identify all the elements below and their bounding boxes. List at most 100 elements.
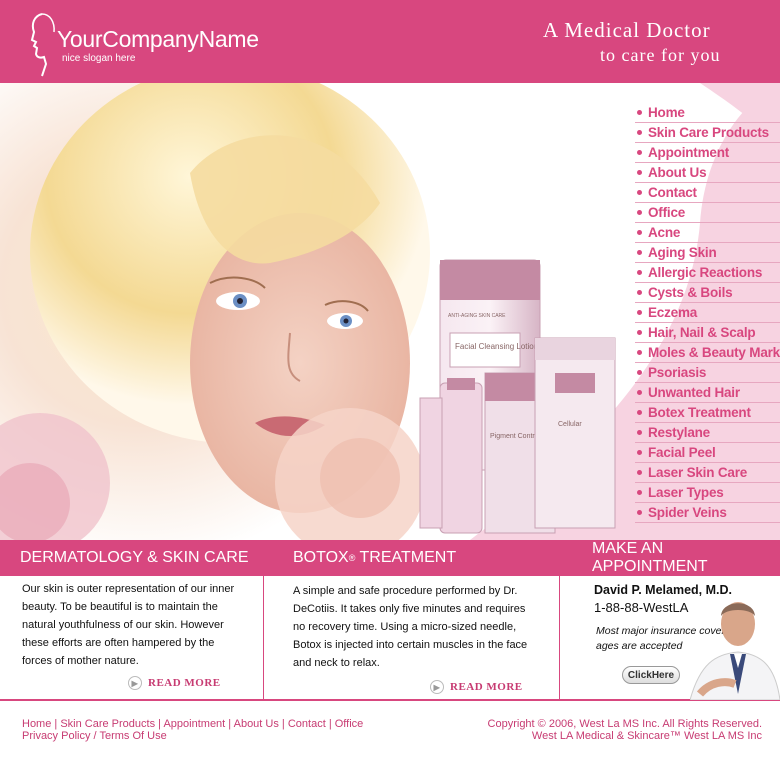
nav-item-skin-care-products[interactable]: Skin Care Products bbox=[635, 123, 780, 143]
face-profile-logo-icon bbox=[30, 13, 55, 77]
nav-link[interactable]: Home bbox=[648, 105, 685, 120]
nav-link[interactable]: Psoriasis bbox=[648, 365, 706, 380]
footer-link[interactable]: Appointment bbox=[163, 718, 225, 730]
nav-item-cysts-boils[interactable]: Cysts & Boils bbox=[635, 283, 780, 303]
bullet-icon bbox=[637, 210, 642, 215]
trademark-text: West LA Medical & Skincare™ West LA MS I… bbox=[531, 730, 762, 742]
bullet-icon bbox=[637, 470, 642, 475]
bullet-icon bbox=[637, 270, 642, 275]
product-bottle bbox=[439, 378, 483, 534]
bullet-icon bbox=[637, 250, 642, 255]
nav-link[interactable]: Aging Skin bbox=[648, 245, 717, 260]
nav-link[interactable]: Cysts & Boils bbox=[648, 285, 733, 300]
footer-link[interactable]: Office bbox=[335, 718, 364, 730]
botox-heading-main: BOTOX bbox=[293, 549, 349, 566]
nav-item-restylane[interactable]: Restylane bbox=[635, 423, 780, 443]
nav-link[interactable]: Restylane bbox=[648, 425, 710, 440]
bullet-icon bbox=[637, 130, 642, 135]
nav-item-acne[interactable]: Acne bbox=[635, 223, 780, 243]
nav-item-facial-peel[interactable]: Facial Peel bbox=[635, 443, 780, 463]
nav-link[interactable]: Laser Types bbox=[648, 485, 724, 500]
botox-text: A simple and safe procedure performed by… bbox=[293, 585, 528, 669]
nav-link[interactable]: Acne bbox=[648, 225, 680, 240]
nav-link[interactable]: Skin Care Products bbox=[648, 125, 769, 140]
arrow-right-icon: ▶ bbox=[430, 680, 444, 694]
dermatology-heading: DERMATOLOGY & SKIN CARE bbox=[0, 540, 263, 576]
nav-item-laser-types[interactable]: Laser Types bbox=[635, 483, 780, 503]
product-label-pigment: Pigment Control bbox=[490, 433, 541, 440]
bullet-icon bbox=[637, 170, 642, 175]
bullet-icon bbox=[637, 410, 642, 415]
bullet-icon bbox=[637, 150, 642, 155]
bullet-icon bbox=[637, 450, 642, 455]
nav-link[interactable]: Allergic Reactions bbox=[648, 265, 762, 280]
nav-item-psoriasis[interactable]: Psoriasis bbox=[635, 363, 780, 383]
tagline-line2: to care for you bbox=[600, 45, 721, 65]
nav-link[interactable]: Office bbox=[648, 205, 685, 220]
nav-link[interactable]: Appointment bbox=[648, 145, 729, 160]
footer-link[interactable]: Contact bbox=[288, 718, 326, 730]
botox-heading-reg: ® bbox=[348, 553, 356, 563]
footer-links: Home | Skin Care Products | Appointment … bbox=[22, 718, 364, 742]
nav-item-appointment[interactable]: Appointment bbox=[635, 143, 780, 163]
footer-link[interactable]: Privacy Policy bbox=[22, 730, 90, 742]
company-slogan: nice slogan here bbox=[62, 53, 136, 64]
nav-item-laser-skin-care[interactable]: Laser Skin Care bbox=[635, 463, 780, 483]
footer-copyright: Copyright © 2006, West La MS Inc. All Ri… bbox=[488, 718, 762, 742]
footer-link[interactable]: Skin Care Products bbox=[60, 718, 155, 730]
read-more-label: READ MORE bbox=[450, 681, 523, 693]
footer-link[interactable]: About Us bbox=[234, 718, 279, 730]
botox-heading-rest: TREATMENT bbox=[355, 549, 457, 566]
nav-item-hair-nail-scalp[interactable]: Hair, Nail & Scalp bbox=[635, 323, 780, 343]
read-more-label: READ MORE bbox=[148, 677, 221, 689]
nav-link[interactable]: Botex Treatment bbox=[648, 405, 751, 420]
product-label-lotion: Facial Cleansing Lotion bbox=[455, 342, 538, 351]
nav-item-aging-skin[interactable]: Aging Skin bbox=[635, 243, 780, 263]
nav-item-allergic-reactions[interactable]: Allergic Reactions bbox=[635, 263, 780, 283]
product-jar: Cellular bbox=[534, 337, 616, 529]
nav-link[interactable]: About Us bbox=[648, 165, 707, 180]
bullet-icon bbox=[637, 350, 642, 355]
nav-link[interactable]: Spider Veins bbox=[648, 505, 727, 520]
botox-read-more-link[interactable]: ▶ READ MORE bbox=[430, 680, 523, 694]
nav-item-spider-veins[interactable]: Spider Veins bbox=[635, 503, 780, 523]
header: YourCompanyName nice slogan here A Medic… bbox=[0, 0, 780, 83]
main-nav: Home Skin Care Products Appointment About U… bbox=[635, 103, 780, 523]
nav-link[interactable]: Contact bbox=[648, 185, 697, 200]
dermatology-text: Our skin is outer representation of our … bbox=[22, 583, 235, 667]
footer-link[interactable]: Home bbox=[22, 718, 51, 730]
copyright-text: Copyright © 2006, West La MS Inc. All Ri… bbox=[487, 718, 762, 730]
doctor-photo bbox=[690, 602, 780, 700]
nav-item-about-us[interactable]: About Us bbox=[635, 163, 780, 183]
nav-item-moles-beauty-marks[interactable]: Moles & Beauty Marks bbox=[635, 343, 780, 363]
footer-link[interactable]: Terms Of Use bbox=[99, 730, 166, 742]
bullet-icon bbox=[637, 230, 642, 235]
nav-item-office[interactable]: Office bbox=[635, 203, 780, 223]
tagline-line1: A Medical Doctor bbox=[543, 18, 711, 42]
nav-link[interactable]: Eczema bbox=[648, 305, 697, 320]
product-label-antiaging: ANTI-AGING SKIN CARE bbox=[448, 313, 506, 319]
nav-link[interactable]: Moles & Beauty Marks bbox=[648, 345, 780, 360]
doctor-phone: 1-88-88-WestLA bbox=[594, 600, 689, 615]
click-here-button[interactable]: ClickHere bbox=[622, 666, 680, 684]
nav-item-contact[interactable]: Contact bbox=[635, 183, 780, 203]
bullet-icon bbox=[637, 110, 642, 115]
bullet-icon bbox=[637, 290, 642, 295]
nav-item-home[interactable]: Home bbox=[635, 103, 780, 123]
bullet-icon bbox=[637, 390, 642, 395]
botox-heading: BOTOX ® TREATMENT bbox=[264, 540, 559, 576]
dermatology-read-more-link[interactable]: ▶ READ MORE bbox=[128, 676, 221, 690]
nav-link[interactable]: Laser Skin Care bbox=[648, 465, 747, 480]
nav-item-botex-treatment[interactable]: Botex Treatment bbox=[635, 403, 780, 423]
nav-item-eczema[interactable]: Eczema bbox=[635, 303, 780, 323]
bullet-icon bbox=[637, 490, 642, 495]
arrow-right-icon: ▶ bbox=[128, 676, 142, 690]
bullet-icon bbox=[637, 370, 642, 375]
product-label-cellular: Cellular bbox=[558, 421, 582, 428]
nav-link[interactable]: Unwanted Hair bbox=[648, 385, 740, 400]
nav-item-unwanted-hair[interactable]: Unwanted Hair bbox=[635, 383, 780, 403]
company-name[interactable]: YourCompanyName bbox=[57, 26, 259, 53]
nav-link[interactable]: Hair, Nail & Scalp bbox=[648, 325, 756, 340]
nav-link[interactable]: Facial Peel bbox=[648, 445, 716, 460]
bullet-icon bbox=[637, 430, 642, 435]
